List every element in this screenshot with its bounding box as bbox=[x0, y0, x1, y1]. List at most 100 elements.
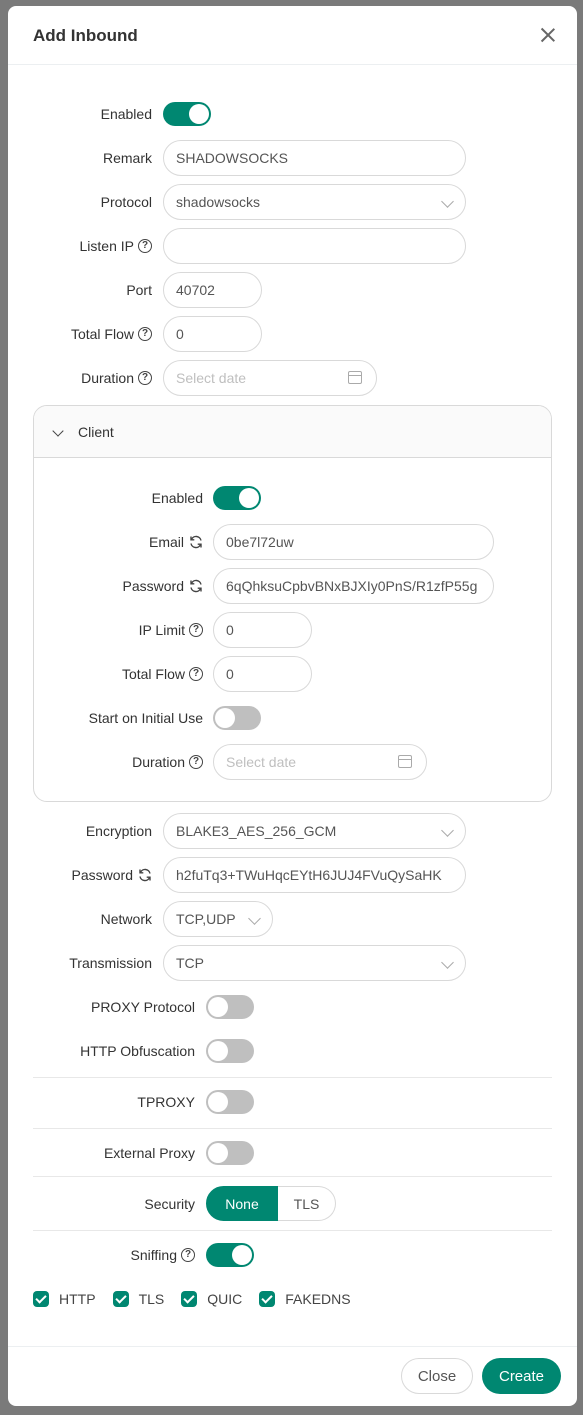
close-button[interactable]: Close bbox=[401, 1358, 473, 1394]
protocol-label: Protocol bbox=[100, 194, 152, 210]
start-initial-use-label: Start on Initial Use bbox=[88, 710, 203, 726]
security-option-none[interactable]: None bbox=[206, 1186, 278, 1221]
sniffing-checkbox-quic[interactable]: QUIC bbox=[181, 1291, 242, 1307]
proxy-protocol-toggle[interactable] bbox=[206, 995, 254, 1019]
duration-label: Duration? bbox=[81, 360, 152, 396]
email-label: Email bbox=[149, 524, 203, 560]
email-input[interactable]: 0be7l72uw bbox=[213, 524, 494, 560]
encryption-select[interactable]: BLAKE3_AES_256_GCM bbox=[163, 813, 466, 849]
http-obfuscation-toggle[interactable] bbox=[206, 1039, 254, 1063]
help-icon[interactable]: ? bbox=[189, 755, 203, 769]
client-total-flow-label: Total Flow? bbox=[122, 656, 203, 692]
chevron-down-icon bbox=[248, 912, 261, 925]
toggle-knob bbox=[208, 1041, 228, 1061]
duration-placeholder: Select date bbox=[176, 370, 247, 386]
client-panel-title: Client bbox=[78, 424, 114, 440]
close-icon[interactable] bbox=[537, 24, 559, 46]
external-proxy-toggle[interactable] bbox=[206, 1141, 254, 1165]
sniffing-label-text: Sniffing bbox=[130, 1247, 177, 1263]
refresh-icon[interactable] bbox=[138, 868, 152, 882]
encryption-value: BLAKE3_AES_256_GCM bbox=[176, 823, 337, 839]
network-label: Network bbox=[100, 911, 152, 927]
password-label: Password bbox=[72, 857, 152, 893]
transmission-label: Transmission bbox=[69, 955, 152, 971]
encryption-label: Encryption bbox=[85, 823, 152, 839]
listen-ip-input[interactable] bbox=[163, 228, 466, 264]
ip-limit-input[interactable]: 0 bbox=[213, 612, 312, 648]
protocol-select[interactable]: shadowsocks bbox=[163, 184, 466, 220]
modal-header: Add Inbound bbox=[8, 6, 577, 65]
security-label: Security bbox=[144, 1196, 195, 1212]
toggle-knob bbox=[189, 104, 209, 124]
total-flow-input[interactable]: 0 bbox=[163, 316, 262, 352]
check-icon bbox=[112, 1291, 129, 1307]
client-total-flow-input[interactable]: 0 bbox=[213, 656, 312, 692]
refresh-icon[interactable] bbox=[189, 535, 203, 549]
duration-date-picker[interactable]: Select date bbox=[163, 360, 377, 396]
external-proxy-label: External Proxy bbox=[103, 1145, 195, 1161]
client-duration-date-picker[interactable]: Select date bbox=[213, 744, 427, 780]
tproxy-toggle[interactable] bbox=[206, 1090, 254, 1114]
help-icon[interactable]: ? bbox=[138, 239, 152, 253]
toggle-knob bbox=[239, 488, 259, 508]
check-icon bbox=[33, 1291, 49, 1307]
help-icon[interactable]: ? bbox=[138, 371, 152, 385]
password-input[interactable]: h2fuTq3+TWuHqcEYtH6JUJ4FVuQySaHK bbox=[163, 857, 466, 893]
create-button[interactable]: Create bbox=[482, 1358, 561, 1394]
toggle-knob bbox=[208, 997, 228, 1017]
help-icon[interactable]: ? bbox=[181, 1248, 195, 1262]
divider bbox=[33, 1077, 552, 1078]
chevron-down-icon bbox=[441, 195, 454, 208]
client-duration-label-text: Duration bbox=[132, 754, 185, 770]
total-flow-label: Total Flow? bbox=[71, 316, 152, 352]
checkbox-label: HTTP bbox=[59, 1291, 96, 1307]
sniffing-checkbox-tls[interactable]: TLS bbox=[112, 1291, 164, 1307]
ip-limit-label-text: IP Limit bbox=[138, 622, 185, 638]
chevron-down-icon bbox=[441, 956, 454, 969]
add-inbound-modal: Add Inbound Enabled Remark SHADOWSOCKS P… bbox=[8, 6, 577, 1406]
security-segmented-control: None TLS bbox=[206, 1186, 336, 1221]
client-total-flow-label-text: Total Flow bbox=[121, 666, 185, 682]
calendar-icon bbox=[348, 371, 362, 384]
sniffing-options: HTTP TLS QUIC FAKEDNS bbox=[33, 1289, 368, 1309]
refresh-icon[interactable] bbox=[189, 579, 203, 593]
client-panel-header[interactable]: Client bbox=[34, 406, 551, 458]
checkbox-label: QUIC bbox=[207, 1291, 243, 1307]
network-select[interactable]: TCP,UDP bbox=[163, 901, 273, 937]
port-label: Port bbox=[126, 282, 152, 298]
protocol-value: shadowsocks bbox=[176, 194, 261, 210]
client-enabled-label: Enabled bbox=[151, 490, 203, 506]
network-value: TCP,UDP bbox=[176, 911, 236, 927]
chevron-down-icon bbox=[441, 824, 454, 837]
help-icon[interactable]: ? bbox=[189, 623, 203, 637]
proxy-protocol-label: PROXY Protocol bbox=[90, 999, 195, 1015]
enabled-label: Enabled bbox=[100, 106, 152, 122]
start-initial-use-toggle[interactable] bbox=[213, 706, 261, 730]
listen-ip-label-text: Listen IP bbox=[79, 238, 134, 254]
sniffing-checkbox-fakedns[interactable]: FAKEDNS bbox=[259, 1291, 351, 1307]
check-icon bbox=[181, 1291, 198, 1307]
client-password-label: Password bbox=[123, 568, 203, 604]
remark-input[interactable]: SHADOWSOCKS bbox=[163, 140, 466, 176]
divider bbox=[33, 1230, 552, 1231]
http-obfuscation-label: HTTP Obfuscation bbox=[80, 1043, 195, 1059]
enabled-toggle[interactable] bbox=[163, 102, 211, 126]
sniffing-toggle[interactable] bbox=[206, 1243, 254, 1267]
password-label-text: Password bbox=[71, 867, 133, 883]
client-enabled-toggle[interactable] bbox=[213, 486, 261, 510]
security-option-tls[interactable]: TLS bbox=[278, 1186, 336, 1221]
client-duration-placeholder: Select date bbox=[226, 754, 297, 770]
sniffing-checkbox-http[interactable]: HTTP bbox=[33, 1291, 96, 1307]
transmission-select[interactable]: TCP bbox=[163, 945, 466, 981]
help-icon[interactable]: ? bbox=[138, 327, 152, 341]
client-panel: Client Enabled Email 0be7l72uw Password … bbox=[33, 405, 552, 802]
tproxy-label: TPROXY bbox=[137, 1094, 195, 1110]
client-password-input[interactable]: 6qQhksuCpbvBNxBJXIy0PnS/R1zfP55g bbox=[213, 568, 494, 604]
port-input[interactable]: 40702 bbox=[163, 272, 262, 308]
checkbox-label: FAKEDNS bbox=[285, 1291, 351, 1307]
check-icon bbox=[259, 1291, 276, 1307]
divider bbox=[33, 1128, 552, 1129]
help-icon[interactable]: ? bbox=[189, 667, 203, 681]
listen-ip-label: Listen IP? bbox=[80, 228, 152, 264]
toggle-knob bbox=[208, 1143, 228, 1163]
